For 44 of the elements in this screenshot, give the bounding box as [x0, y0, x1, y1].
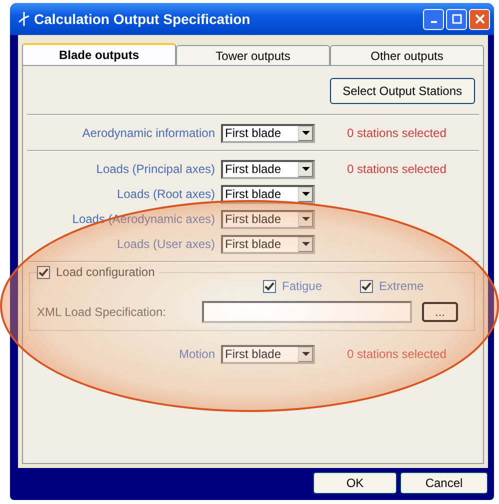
close-button[interactable] [469, 8, 490, 30]
close-icon [474, 14, 484, 24]
maximize-icon [452, 14, 462, 24]
option-checkbox[interactable] [263, 280, 276, 292]
option-checkbox[interactable] [360, 280, 374, 292]
blade-dropdown[interactable]: First blade [221, 344, 315, 364]
blade-dropdown[interactable]: First blade [221, 124, 315, 142]
minimize-icon [430, 21, 436, 23]
checkbox-label: Fatigue [282, 279, 322, 293]
output-label: Loads (Principal axes) [95, 162, 216, 176]
blade-dropdown[interactable]: First blade [221, 160, 315, 178]
tab[interactable]: Other outputs [330, 45, 484, 65]
tab[interactable]: Blade outputs [22, 43, 176, 65]
cancel-button[interactable]: Cancel [400, 472, 488, 494]
xml-path-field[interactable] [202, 301, 412, 323]
output-label: Loads (Aerodynamic axes) [71, 212, 216, 226]
browse-button[interactable]: ... [422, 302, 458, 322]
minimize-button[interactable] [423, 8, 444, 30]
output-label: Aerodynamic information [81, 126, 216, 140]
maximize-button[interactable] [446, 8, 467, 30]
dropdown-arrow-icon [302, 352, 310, 356]
dropdown-arrow-icon [302, 216, 310, 222]
dropdown-arrow-icon [302, 130, 310, 136]
dropdown-arrow-icon [302, 242, 310, 246]
select-stations-button[interactable]: Select Output Stations [330, 78, 475, 104]
dropdown-arrow-icon [302, 192, 310, 196]
checkbox-label: Extreme [379, 279, 424, 293]
output-label: Loads (User axes) [116, 237, 216, 251]
window-title: Calculation Output Specification [34, 11, 252, 27]
ok-button[interactable]: OK [313, 472, 397, 494]
stations-status: 0 stations selected [347, 126, 446, 140]
turbine-icon [18, 11, 30, 27]
load-configuration-checkbox[interactable] [37, 266, 50, 278]
dropdown-arrow-icon [302, 166, 310, 172]
checkbox-label: Load configuration [56, 265, 155, 279]
tab[interactable]: Tower outputs [176, 45, 330, 65]
blade-dropdown[interactable]: First blade [221, 234, 315, 254]
output-label: Loads (Root axes) [116, 187, 216, 201]
xml-label: XML Load Specification: [37, 305, 167, 319]
blade-dropdown[interactable]: First blade [221, 184, 315, 204]
stations-status: 0 stations selected [347, 347, 446, 361]
blade-dropdown[interactable]: First blade [221, 210, 315, 228]
stations-status: 0 stations selected [347, 162, 446, 176]
output-label: Motion [178, 347, 216, 361]
